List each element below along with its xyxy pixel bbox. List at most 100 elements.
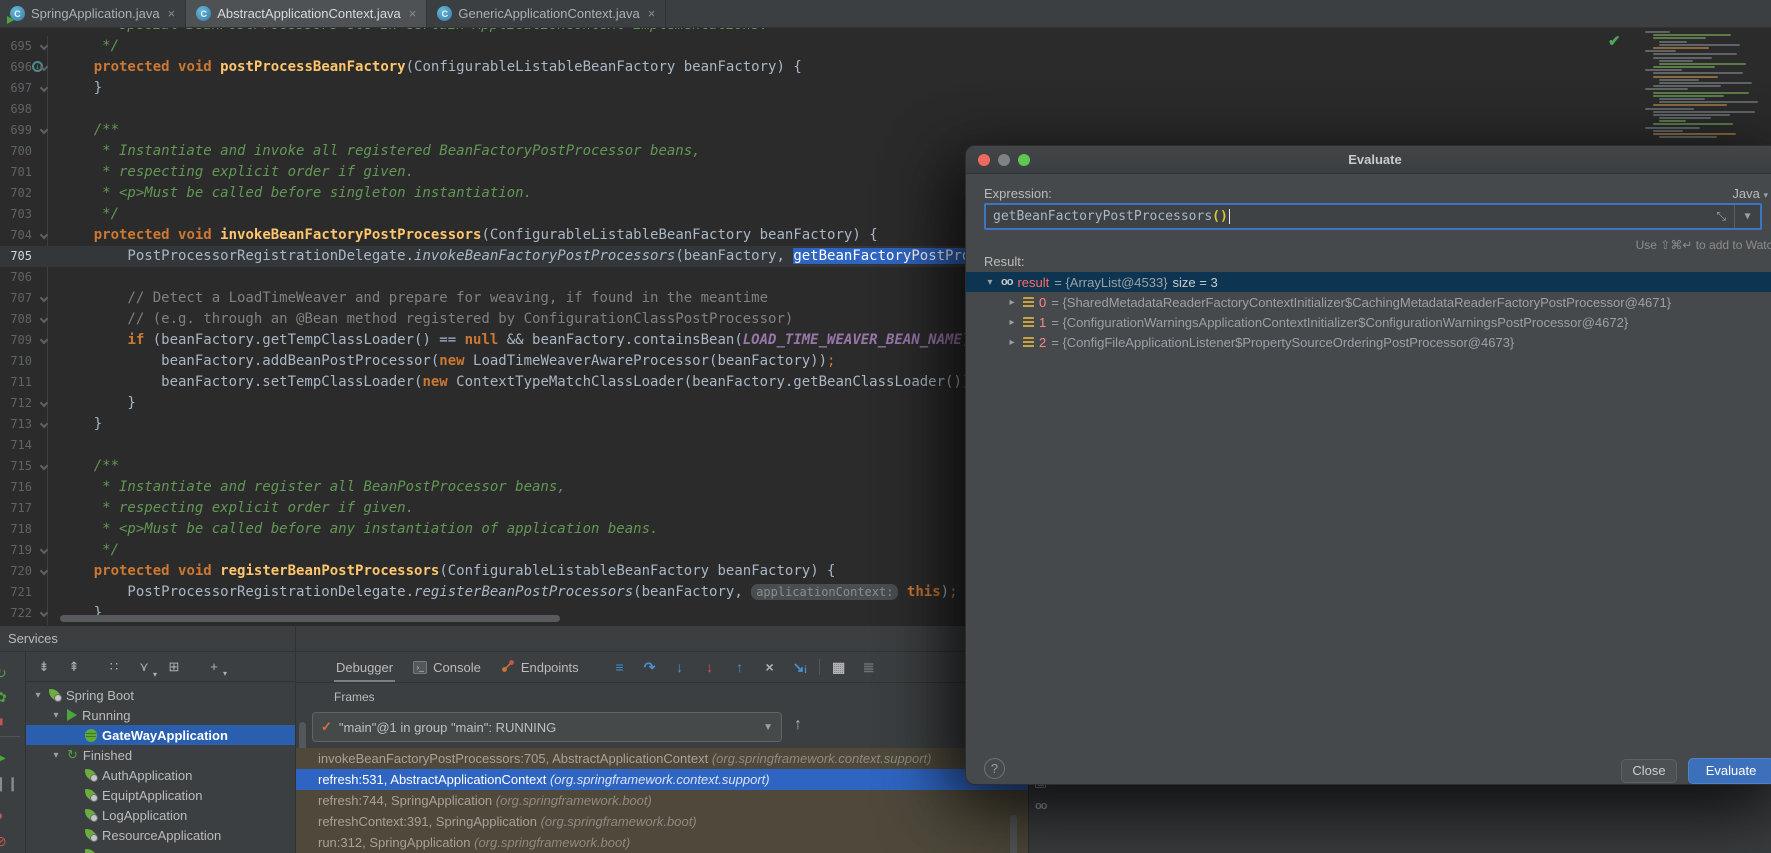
evaluate-expression-icon[interactable]: ▦ xyxy=(828,659,850,676)
close-tab-icon[interactable]: × xyxy=(648,6,656,21)
chevron-down-icon[interactable]: ▾ xyxy=(984,277,996,288)
code-text: /** xyxy=(60,120,119,141)
result-row[interactable]: ▾ooresult = {ArrayList@4533} size = 3 xyxy=(966,272,1771,292)
expand-all-icon[interactable]: ⇟ xyxy=(36,659,52,675)
previous-frame-icon[interactable]: ↑ xyxy=(794,716,802,734)
stack-frame-row[interactable]: refresh:531, AbstractApplicationContext … xyxy=(296,769,1028,790)
chevron-down-icon[interactable]: ▾ xyxy=(50,710,62,721)
help-button[interactable]: ? xyxy=(984,758,1005,779)
drop-frame-icon[interactable]: × xyxy=(759,659,781,675)
mute-breakpoints-icon[interactable]: ⊘ xyxy=(0,832,15,850)
resume-icon[interactable]: ▶ xyxy=(0,748,15,766)
show-execution-point-icon[interactable]: ≡ xyxy=(609,659,631,675)
window-controls xyxy=(978,154,1030,166)
result-child-row[interactable]: ▸0 = {SharedMetadataReaderFactoryContext… xyxy=(966,292,1771,312)
result-value: = {ArrayList@4533} xyxy=(1054,275,1167,290)
chevron-down-icon[interactable]: ▾ xyxy=(32,690,44,701)
zoom-window-icon[interactable] xyxy=(1018,154,1030,166)
frames-scrollbar-right[interactable] xyxy=(1010,815,1017,853)
tab-endpoints[interactable]: Endpoints xyxy=(495,652,585,682)
fold-marker-icon[interactable] xyxy=(40,84,48,92)
debug-actions-strip: ↻ ✿ ■ ▶ ❙❙ ● ⊘ xyxy=(0,652,26,853)
fold-marker-icon[interactable] xyxy=(40,420,48,428)
fold-marker-icon[interactable] xyxy=(40,294,48,302)
tab-debugger[interactable]: Debugger xyxy=(330,652,399,682)
stack-frame-row[interactable]: run:312, SpringApplication (org.springfr… xyxy=(296,832,1028,853)
fold-marker-icon[interactable] xyxy=(40,567,48,575)
line-number: 699 xyxy=(0,120,32,141)
stack-frame-row[interactable]: refreshContext:391, SpringApplication (o… xyxy=(296,811,1028,832)
fold-marker-icon[interactable] xyxy=(40,126,48,134)
result-child-row[interactable]: ▸1 = {ConfigurationWarningsApplicationCo… xyxy=(966,312,1771,332)
service-item-GateWayApplication[interactable]: GateWayApplication xyxy=(26,725,295,745)
step-over-icon[interactable]: ↷ xyxy=(639,659,661,676)
open-in-new-tab-icon[interactable]: ⊞ xyxy=(166,659,182,675)
service-item-Running[interactable]: ▾Running xyxy=(26,705,295,725)
service-item-Spring Boot[interactable]: ▾Spring Boot xyxy=(26,685,295,705)
thread-selector[interactable]: ✓ "main"@1 in group "main": RUNNING ▼ xyxy=(312,712,782,742)
result-child-row[interactable]: ▸2 = {ConfigFileApplicationListener$Prop… xyxy=(966,332,1771,352)
expression-text: getBeanFactoryPostProcessors xyxy=(993,209,1212,224)
fold-marker-icon[interactable] xyxy=(40,462,48,470)
fold-marker-icon[interactable] xyxy=(40,315,48,323)
fold-marker-icon[interactable] xyxy=(40,42,48,50)
expression-history-dropdown[interactable]: ▼ xyxy=(1734,205,1760,228)
view-breakpoints-icon[interactable]: ● xyxy=(0,806,15,824)
element-value: = {SharedMetadataReaderFactoryContextIni… xyxy=(1051,295,1671,310)
evaluate-button[interactable]: Evaluate xyxy=(1688,758,1771,784)
line-number: 716 xyxy=(0,477,32,498)
fold-marker-icon[interactable] xyxy=(40,609,48,617)
group-by-icon[interactable]: ∷ xyxy=(106,659,122,675)
close-tab-icon[interactable]: × xyxy=(168,6,176,21)
step-out-icon[interactable]: ↑ xyxy=(729,659,751,675)
rerun-debug-icon[interactable]: ✿ xyxy=(0,688,15,706)
fold-marker-icon[interactable] xyxy=(40,231,48,239)
editor-minimap[interactable] xyxy=(1645,31,1763,149)
force-step-into-icon[interactable]: ↓ xyxy=(699,659,721,675)
step-into-icon[interactable]: ↓ xyxy=(669,659,691,675)
layout-settings-icon[interactable]: ≣ xyxy=(858,659,880,676)
service-item-EquiptApplication[interactable]: EquiptApplication xyxy=(26,785,295,805)
watches-icon[interactable]: oo xyxy=(1035,800,1046,812)
text-caret xyxy=(1229,209,1230,224)
expand-editor-icon[interactable]: ⤡ xyxy=(1708,209,1734,224)
expression-input[interactable]: getBeanFactoryPostProcessors() ⤡ ▼ xyxy=(984,203,1762,230)
expression-parens: () xyxy=(1212,209,1228,224)
tab-console[interactable]: ›_Console xyxy=(407,652,487,682)
tab-AbstractApplicationContext.java[interactable]: CAbstractApplicationContext.java× xyxy=(186,0,427,27)
service-item-Finished[interactable]: ▾↻Finished xyxy=(26,745,295,765)
service-item[interactable] xyxy=(26,845,295,853)
horizontal-scrollbar[interactable] xyxy=(60,615,560,622)
frame-location: refreshContext:391, SpringApplication xyxy=(318,814,541,829)
rerun-icon[interactable]: ↻ xyxy=(0,664,15,682)
panel-splitter[interactable] xyxy=(295,625,296,853)
chevron-down-icon[interactable]: ▾ xyxy=(50,750,62,761)
inspections-ok-icon: ✔ xyxy=(1608,32,1621,50)
stop-icon[interactable]: ■ xyxy=(0,712,15,730)
minimize-window-icon[interactable] xyxy=(998,154,1010,166)
fold-marker-icon[interactable] xyxy=(40,546,48,554)
collapse-all-icon[interactable]: ⇞ xyxy=(66,659,82,675)
pause-icon[interactable]: ❙❙ xyxy=(0,774,15,792)
fold-marker-icon[interactable] xyxy=(40,399,48,407)
stack-frame-row[interactable]: refresh:744, SpringApplication (org.spri… xyxy=(296,790,1028,811)
close-window-icon[interactable] xyxy=(978,154,990,166)
code-line: 698 xyxy=(0,99,1771,120)
fold-marker-icon[interactable] xyxy=(40,336,48,344)
service-item-AuthApplication[interactable]: AuthApplication xyxy=(26,765,295,785)
filter-icon[interactable]: ⋎▾ xyxy=(136,659,152,675)
code-text: // Detect a LoadTimeWeaver and prepare f… xyxy=(60,288,768,309)
chevron-right-icon[interactable]: ▸ xyxy=(1006,297,1018,308)
close-button[interactable]: Close xyxy=(1621,759,1677,783)
tab-SpringApplication.java[interactable]: CSpringApplication.java× xyxy=(0,0,186,27)
run-to-cursor-icon[interactable]: ↘ᵢ xyxy=(789,659,811,676)
chevron-right-icon[interactable]: ▸ xyxy=(1006,337,1018,348)
tab-GenericApplicationContext.java[interactable]: CGenericApplicationContext.java× xyxy=(427,0,666,27)
service-item-LogApplication[interactable]: LogApplication xyxy=(26,805,295,825)
service-item-ResourceApplication[interactable]: ResourceApplication xyxy=(26,825,295,845)
close-tab-icon[interactable]: × xyxy=(409,6,417,21)
language-selector[interactable]: Java ▾ xyxy=(1732,186,1768,201)
add-service-icon[interactable]: +▾ xyxy=(206,659,222,674)
stack-frame-row[interactable]: invokeBeanFactoryPostProcessors:705, Abs… xyxy=(296,748,1028,769)
chevron-right-icon[interactable]: ▸ xyxy=(1006,317,1018,328)
